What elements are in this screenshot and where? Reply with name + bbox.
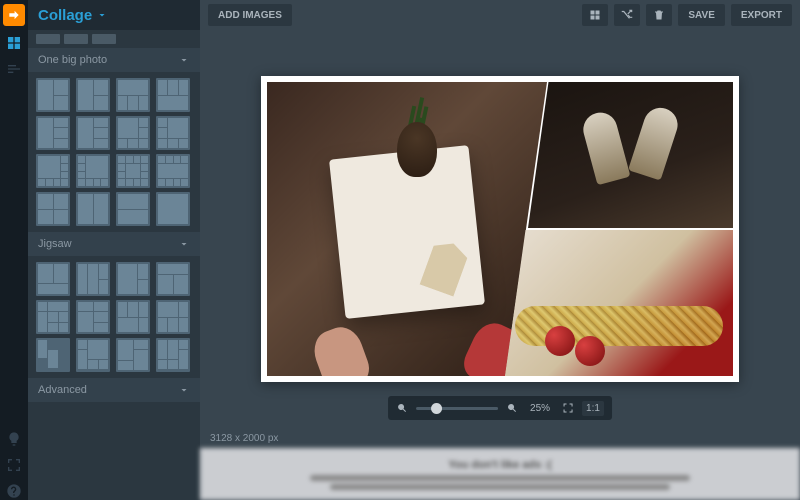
zoom-slider[interactable] (416, 407, 498, 410)
template-thumb[interactable] (116, 78, 150, 112)
zoom-bar: 25% 1:1 (388, 396, 612, 420)
app-logo[interactable] (3, 4, 25, 26)
shuffle-button[interactable] (614, 4, 640, 26)
canvas-dimensions: 3128 x 2000 px (210, 433, 278, 444)
ad-heading: You don't like ads :( (448, 459, 551, 471)
section-label: Jigsaw (38, 238, 72, 250)
add-images-button[interactable]: ADD IMAGES (208, 4, 292, 26)
aspect-badge[interactable]: 1:1 (582, 401, 604, 416)
template-thumb[interactable] (36, 338, 70, 372)
template-thumb[interactable] (116, 338, 150, 372)
status-bar: 3128 x 2000 px (200, 428, 800, 448)
template-thumb[interactable] (76, 300, 110, 334)
template-thumb[interactable] (156, 300, 190, 334)
sidebar-tab[interactable] (92, 34, 116, 44)
template-thumb[interactable] (116, 116, 150, 150)
templates-one-big-photo (28, 72, 200, 232)
toolbar: ADD IMAGES SAVE EXPORT (200, 0, 800, 30)
template-thumb[interactable] (156, 116, 190, 150)
template-thumb[interactable] (36, 192, 70, 226)
grid-view-button[interactable] (582, 4, 608, 26)
template-thumb[interactable] (36, 300, 70, 334)
template-thumb[interactable] (156, 262, 190, 296)
help-icon[interactable] (5, 482, 23, 500)
template-thumb[interactable] (36, 116, 70, 150)
collage-cell-3[interactable] (505, 230, 733, 376)
template-thumb[interactable] (116, 192, 150, 226)
chevron-down-icon (178, 384, 190, 396)
template-thumb[interactable] (76, 192, 110, 226)
section-label: One big photo (38, 54, 107, 66)
main-area: ADD IMAGES SAVE EXPORT (200, 0, 800, 500)
template-thumb[interactable] (156, 154, 190, 188)
delete-button[interactable] (646, 4, 672, 26)
collage-cell-1[interactable] (267, 82, 547, 376)
fit-screen-icon[interactable] (5, 456, 23, 474)
template-thumb[interactable] (76, 338, 110, 372)
tool-rail (0, 0, 28, 500)
template-thumb[interactable] (116, 300, 150, 334)
template-thumb[interactable] (76, 116, 110, 150)
template-thumb[interactable] (116, 262, 150, 296)
section-one-big-photo[interactable]: One big photo (28, 48, 200, 72)
mode-dropdown[interactable]: Collage (28, 0, 200, 30)
collage-canvas[interactable] (261, 76, 739, 382)
template-thumb[interactable] (156, 338, 190, 372)
section-jigsaw[interactable]: Jigsaw (28, 232, 200, 256)
sidebar-tab[interactable] (64, 34, 88, 44)
templates-jigsaw (28, 256, 200, 378)
template-thumb[interactable] (116, 154, 150, 188)
sidebar-tab[interactable] (36, 34, 60, 44)
export-button[interactable]: EXPORT (731, 4, 792, 26)
template-thumb[interactable] (36, 154, 70, 188)
template-thumb[interactable] (36, 78, 70, 112)
mode-label: Collage (38, 7, 92, 24)
idea-icon[interactable] (5, 430, 23, 448)
chevron-down-icon (178, 54, 190, 66)
template-thumb[interactable] (156, 192, 190, 226)
template-thumb[interactable] (76, 78, 110, 112)
template-thumb[interactable] (76, 154, 110, 188)
fit-icon[interactable] (562, 402, 574, 414)
template-thumb[interactable] (76, 262, 110, 296)
section-advanced[interactable]: Advanced (28, 378, 200, 402)
zoom-out-icon[interactable] (396, 402, 408, 414)
canvas-wrap: 25% 1:1 (200, 30, 800, 428)
template-thumb[interactable] (36, 262, 70, 296)
layout-tool-icon[interactable] (5, 34, 23, 52)
section-label: Advanced (38, 384, 87, 396)
zoom-in-icon[interactable] (506, 402, 518, 414)
templates-sidebar: Collage One big photo Jigsaw (28, 0, 200, 500)
zoom-percent: 25% (526, 403, 554, 414)
collage-cell-2[interactable] (528, 82, 733, 228)
sidebar-tabs (28, 30, 200, 48)
save-button[interactable]: SAVE (678, 4, 725, 26)
template-thumb[interactable] (156, 78, 190, 112)
ad-banner: You don't like ads :( (200, 448, 800, 500)
sliders-tool-icon[interactable] (5, 60, 23, 78)
chevron-down-icon (178, 238, 190, 250)
